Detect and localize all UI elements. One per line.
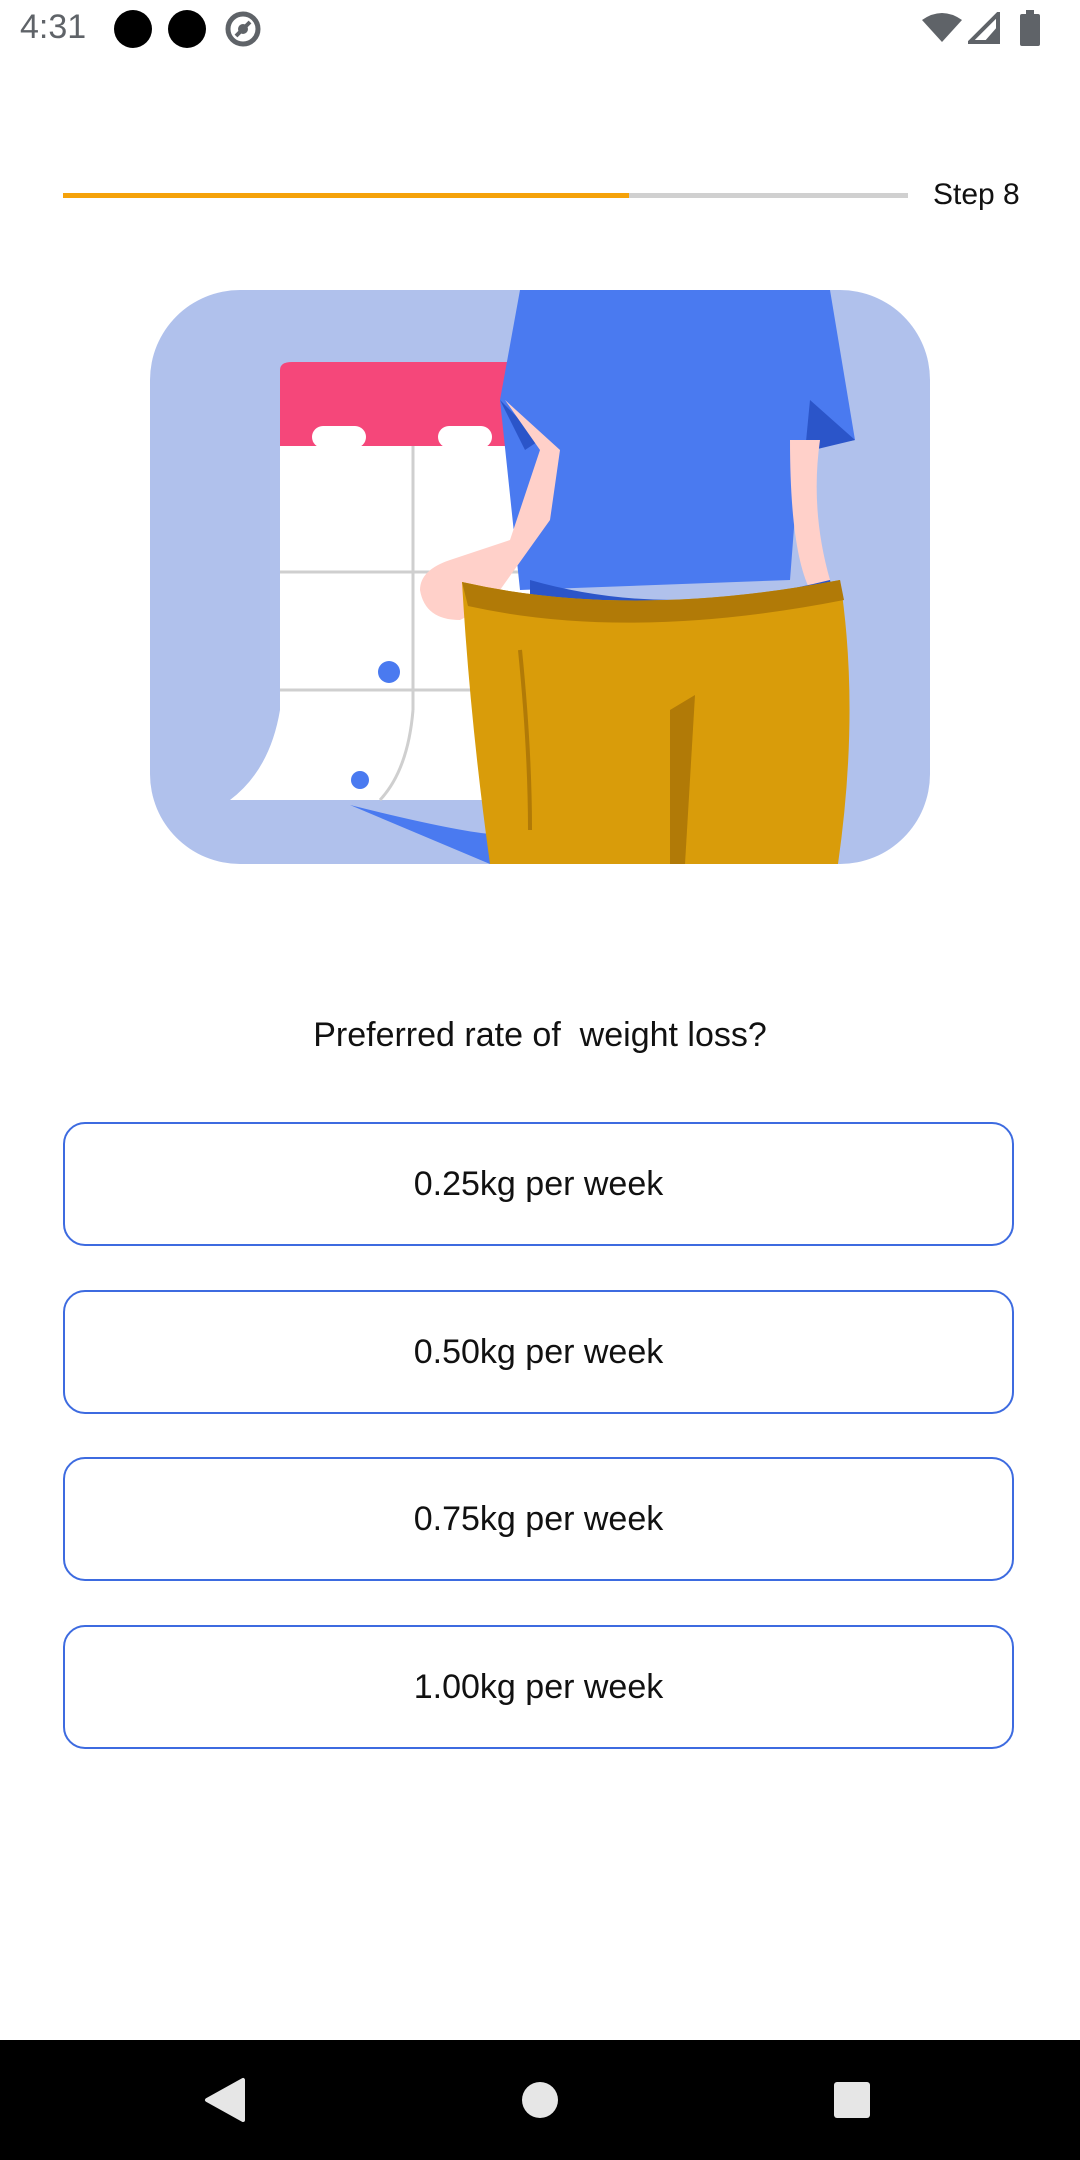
notification-icon xyxy=(114,10,152,48)
signal-icon xyxy=(968,12,1000,44)
data-saver-icon xyxy=(225,11,261,47)
option-0-25kg-button[interactable]: 0.25kg per week xyxy=(63,1122,1014,1246)
notification-icon xyxy=(168,10,206,48)
wifi-icon xyxy=(922,13,962,42)
status-icons xyxy=(922,10,1062,50)
recents-square-icon xyxy=(834,2082,870,2118)
home-button[interactable] xyxy=(500,2060,580,2140)
back-button[interactable] xyxy=(185,2060,265,2140)
back-triangle-icon xyxy=(205,2078,245,2122)
status-time: 4:31 xyxy=(20,8,87,46)
progress-fill xyxy=(63,193,630,198)
home-circle-icon xyxy=(522,2082,558,2118)
option-0-75kg-button[interactable]: 0.75kg per week xyxy=(63,1457,1014,1581)
progress-bar xyxy=(63,193,908,198)
navigation-bar xyxy=(0,2040,1080,2160)
recents-button[interactable] xyxy=(812,2060,892,2140)
question-text: Preferred rate of weight loss? xyxy=(313,1016,767,1054)
step-label: Step 8 xyxy=(933,178,1020,211)
status-bar: 4:31 xyxy=(0,0,1080,60)
battery-icon xyxy=(1020,10,1040,46)
option-1-00kg-button[interactable]: 1.00kg per week xyxy=(63,1625,1014,1749)
weight-loss-illustration xyxy=(150,290,930,864)
option-0-50kg-button[interactable]: 0.50kg per week xyxy=(63,1290,1014,1414)
